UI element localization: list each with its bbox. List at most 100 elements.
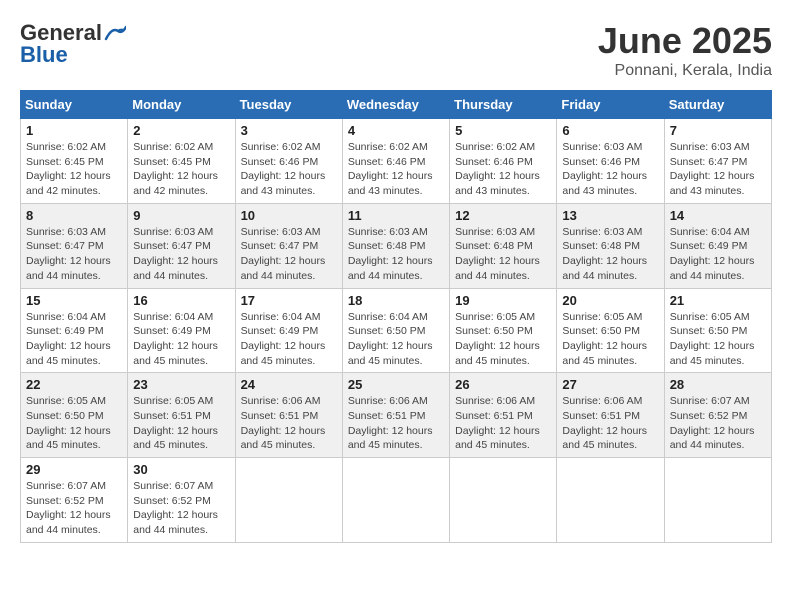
day-info: Sunrise: 6:03 AM Sunset: 6:47 PM Dayligh… xyxy=(133,225,229,284)
day-info: Sunrise: 6:03 AM Sunset: 6:48 PM Dayligh… xyxy=(348,225,444,284)
calendar-cell: 23 Sunrise: 6:05 AM Sunset: 6:51 PM Dayl… xyxy=(128,373,235,458)
day-number: 20 xyxy=(562,293,658,308)
calendar-cell: 25 Sunrise: 6:06 AM Sunset: 6:51 PM Dayl… xyxy=(342,373,449,458)
day-number: 11 xyxy=(348,208,444,223)
day-number: 1 xyxy=(26,123,122,138)
calendar-cell xyxy=(450,458,557,543)
day-number: 27 xyxy=(562,377,658,392)
calendar-cell: 16 Sunrise: 6:04 AM Sunset: 6:49 PM Dayl… xyxy=(128,288,235,373)
day-number: 29 xyxy=(26,462,122,477)
day-info: Sunrise: 6:06 AM Sunset: 6:51 PM Dayligh… xyxy=(455,394,551,453)
day-number: 24 xyxy=(241,377,337,392)
calendar-cell: 5 Sunrise: 6:02 AM Sunset: 6:46 PM Dayli… xyxy=(450,119,557,204)
day-number: 23 xyxy=(133,377,229,392)
day-info: Sunrise: 6:04 AM Sunset: 6:49 PM Dayligh… xyxy=(133,310,229,369)
calendar-cell: 27 Sunrise: 6:06 AM Sunset: 6:51 PM Dayl… xyxy=(557,373,664,458)
day-info: Sunrise: 6:04 AM Sunset: 6:49 PM Dayligh… xyxy=(26,310,122,369)
header-sunday: Sunday xyxy=(21,91,128,119)
day-number: 18 xyxy=(348,293,444,308)
day-number: 3 xyxy=(241,123,337,138)
calendar-table: Sunday Monday Tuesday Wednesday Thursday… xyxy=(20,90,772,543)
header-saturday: Saturday xyxy=(664,91,771,119)
day-info: Sunrise: 6:02 AM Sunset: 6:45 PM Dayligh… xyxy=(133,140,229,199)
header-monday: Monday xyxy=(128,91,235,119)
day-number: 30 xyxy=(133,462,229,477)
day-number: 6 xyxy=(562,123,658,138)
calendar-cell: 11 Sunrise: 6:03 AM Sunset: 6:48 PM Dayl… xyxy=(342,203,449,288)
calendar-cell: 30 Sunrise: 6:07 AM Sunset: 6:52 PM Dayl… xyxy=(128,458,235,543)
day-number: 15 xyxy=(26,293,122,308)
day-info: Sunrise: 6:04 AM Sunset: 6:49 PM Dayligh… xyxy=(241,310,337,369)
day-number: 17 xyxy=(241,293,337,308)
calendar-cell: 12 Sunrise: 6:03 AM Sunset: 6:48 PM Dayl… xyxy=(450,203,557,288)
page-header: General Blue June 2025 Ponnani, Kerala, … xyxy=(20,20,772,80)
header-tuesday: Tuesday xyxy=(235,91,342,119)
calendar-cell: 26 Sunrise: 6:06 AM Sunset: 6:51 PM Dayl… xyxy=(450,373,557,458)
day-info: Sunrise: 6:03 AM Sunset: 6:46 PM Dayligh… xyxy=(562,140,658,199)
calendar-cell: 21 Sunrise: 6:05 AM Sunset: 6:50 PM Dayl… xyxy=(664,288,771,373)
day-info: Sunrise: 6:06 AM Sunset: 6:51 PM Dayligh… xyxy=(348,394,444,453)
day-number: 21 xyxy=(670,293,766,308)
day-info: Sunrise: 6:05 AM Sunset: 6:50 PM Dayligh… xyxy=(26,394,122,453)
header-thursday: Thursday xyxy=(450,91,557,119)
day-info: Sunrise: 6:03 AM Sunset: 6:48 PM Dayligh… xyxy=(455,225,551,284)
calendar-cell: 28 Sunrise: 6:07 AM Sunset: 6:52 PM Dayl… xyxy=(664,373,771,458)
day-number: 25 xyxy=(348,377,444,392)
calendar-week-row: 15 Sunrise: 6:04 AM Sunset: 6:49 PM Dayl… xyxy=(21,288,772,373)
calendar-week-row: 29 Sunrise: 6:07 AM Sunset: 6:52 PM Dayl… xyxy=(21,458,772,543)
month-title: June 2025 xyxy=(598,20,772,62)
calendar-cell: 8 Sunrise: 6:03 AM Sunset: 6:47 PM Dayli… xyxy=(21,203,128,288)
calendar-cell: 14 Sunrise: 6:04 AM Sunset: 6:49 PM Dayl… xyxy=(664,203,771,288)
calendar-week-row: 1 Sunrise: 6:02 AM Sunset: 6:45 PM Dayli… xyxy=(21,119,772,204)
calendar-cell: 29 Sunrise: 6:07 AM Sunset: 6:52 PM Dayl… xyxy=(21,458,128,543)
day-info: Sunrise: 6:02 AM Sunset: 6:45 PM Dayligh… xyxy=(26,140,122,199)
day-number: 22 xyxy=(26,377,122,392)
day-number: 10 xyxy=(241,208,337,223)
day-info: Sunrise: 6:02 AM Sunset: 6:46 PM Dayligh… xyxy=(241,140,337,199)
day-info: Sunrise: 6:05 AM Sunset: 6:50 PM Dayligh… xyxy=(562,310,658,369)
day-info: Sunrise: 6:07 AM Sunset: 6:52 PM Dayligh… xyxy=(133,479,229,538)
day-number: 28 xyxy=(670,377,766,392)
calendar-cell: 22 Sunrise: 6:05 AM Sunset: 6:50 PM Dayl… xyxy=(21,373,128,458)
day-info: Sunrise: 6:02 AM Sunset: 6:46 PM Dayligh… xyxy=(348,140,444,199)
day-number: 5 xyxy=(455,123,551,138)
day-number: 13 xyxy=(562,208,658,223)
calendar-cell xyxy=(664,458,771,543)
day-number: 2 xyxy=(133,123,229,138)
day-info: Sunrise: 6:06 AM Sunset: 6:51 PM Dayligh… xyxy=(562,394,658,453)
header-wednesday: Wednesday xyxy=(342,91,449,119)
calendar-cell: 3 Sunrise: 6:02 AM Sunset: 6:46 PM Dayli… xyxy=(235,119,342,204)
day-info: Sunrise: 6:04 AM Sunset: 6:50 PM Dayligh… xyxy=(348,310,444,369)
day-info: Sunrise: 6:03 AM Sunset: 6:48 PM Dayligh… xyxy=(562,225,658,284)
calendar-cell: 20 Sunrise: 6:05 AM Sunset: 6:50 PM Dayl… xyxy=(557,288,664,373)
calendar-cell: 4 Sunrise: 6:02 AM Sunset: 6:46 PM Dayli… xyxy=(342,119,449,204)
weekday-header-row: Sunday Monday Tuesday Wednesday Thursday… xyxy=(21,91,772,119)
calendar-cell: 18 Sunrise: 6:04 AM Sunset: 6:50 PM Dayl… xyxy=(342,288,449,373)
day-info: Sunrise: 6:05 AM Sunset: 6:51 PM Dayligh… xyxy=(133,394,229,453)
day-number: 12 xyxy=(455,208,551,223)
calendar-cell: 6 Sunrise: 6:03 AM Sunset: 6:46 PM Dayli… xyxy=(557,119,664,204)
calendar-cell: 2 Sunrise: 6:02 AM Sunset: 6:45 PM Dayli… xyxy=(128,119,235,204)
day-info: Sunrise: 6:03 AM Sunset: 6:47 PM Dayligh… xyxy=(670,140,766,199)
calendar-cell: 7 Sunrise: 6:03 AM Sunset: 6:47 PM Dayli… xyxy=(664,119,771,204)
logo-bird-icon xyxy=(104,25,126,41)
day-info: Sunrise: 6:03 AM Sunset: 6:47 PM Dayligh… xyxy=(26,225,122,284)
day-number: 7 xyxy=(670,123,766,138)
day-number: 14 xyxy=(670,208,766,223)
day-info: Sunrise: 6:03 AM Sunset: 6:47 PM Dayligh… xyxy=(241,225,337,284)
calendar-cell: 24 Sunrise: 6:06 AM Sunset: 6:51 PM Dayl… xyxy=(235,373,342,458)
calendar-week-row: 8 Sunrise: 6:03 AM Sunset: 6:47 PM Dayli… xyxy=(21,203,772,288)
day-number: 16 xyxy=(133,293,229,308)
day-info: Sunrise: 6:04 AM Sunset: 6:49 PM Dayligh… xyxy=(670,225,766,284)
day-info: Sunrise: 6:06 AM Sunset: 6:51 PM Dayligh… xyxy=(241,394,337,453)
location-text: Ponnani, Kerala, India xyxy=(598,62,772,80)
calendar-week-row: 22 Sunrise: 6:05 AM Sunset: 6:50 PM Dayl… xyxy=(21,373,772,458)
header-friday: Friday xyxy=(557,91,664,119)
calendar-cell: 15 Sunrise: 6:04 AM Sunset: 6:49 PM Dayl… xyxy=(21,288,128,373)
day-info: Sunrise: 6:05 AM Sunset: 6:50 PM Dayligh… xyxy=(455,310,551,369)
calendar-cell xyxy=(557,458,664,543)
logo-blue-text: Blue xyxy=(20,42,68,68)
calendar-cell xyxy=(342,458,449,543)
title-area: June 2025 Ponnani, Kerala, India xyxy=(598,20,772,80)
day-number: 9 xyxy=(133,208,229,223)
